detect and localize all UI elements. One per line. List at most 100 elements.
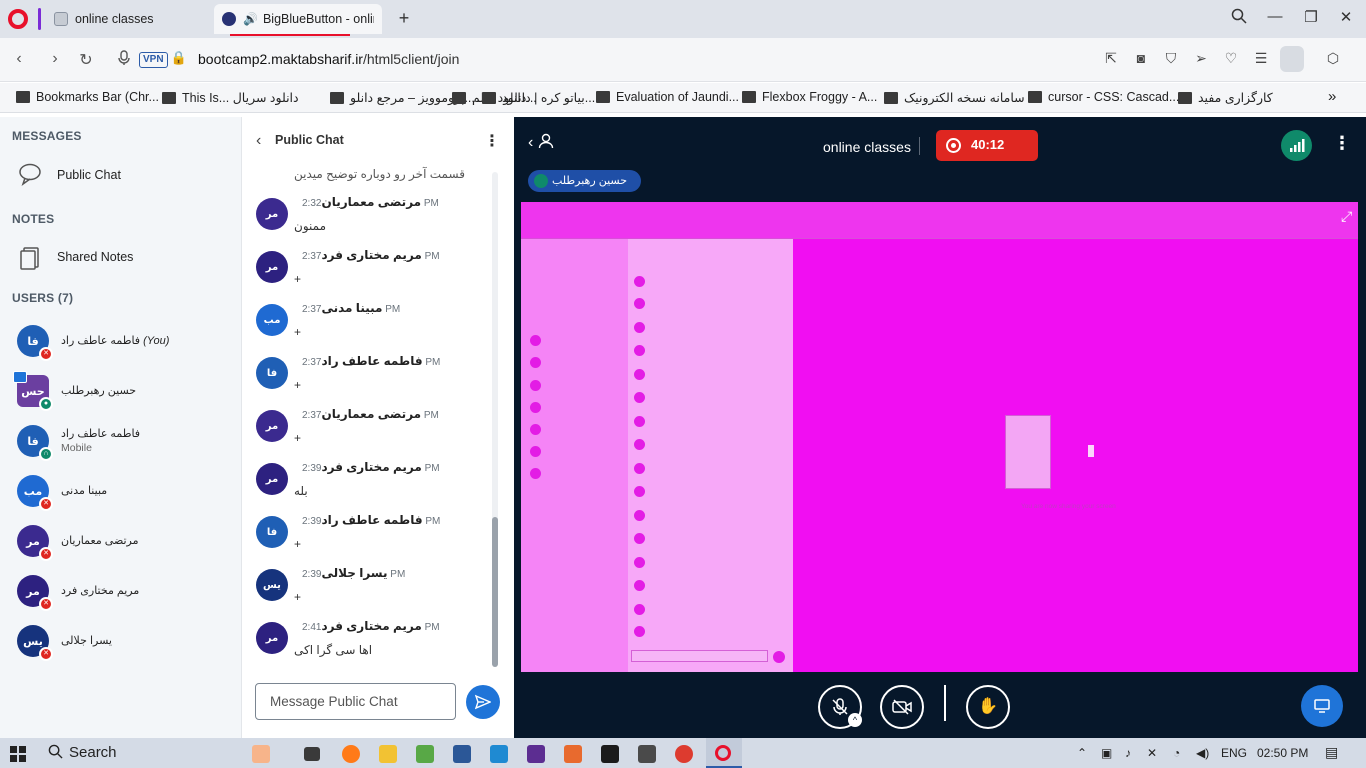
windows-start-icon[interactable] <box>10 746 26 762</box>
message-text: + <box>294 272 302 286</box>
vpn-badge[interactable]: VPN <box>139 52 168 68</box>
tab-bigbluebutton[interactable]: 🔊 BigBlueButton - online <box>214 4 382 34</box>
user-list-item[interactable]: حس ● حسین رهبرطلب <box>13 371 136 411</box>
user-name: مبینا مدنی <box>61 485 108 497</box>
bookmark-item[interactable]: Flexbox Froggy - A... <box>742 90 877 104</box>
share-webcam-button[interactable] <box>880 685 924 729</box>
vscode-icon[interactable] <box>490 745 508 763</box>
public-chat-panel: ‹ Public Chat ⋮ قسمت آخر رو دوباره توضیح… <box>241 117 514 738</box>
word-icon[interactable] <box>453 745 471 763</box>
tab-online-classes[interactable]: online classes <box>46 4 211 34</box>
search-tabs-icon[interactable] <box>1229 8 1249 28</box>
tray-network-icon[interactable]: ✕ <box>1147 746 1157 760</box>
cube-icon[interactable]: ⬡ <box>1324 50 1342 67</box>
notifications-icon[interactable]: ▤ <box>1325 744 1338 761</box>
signal-bars-icon <box>1289 139 1304 152</box>
avatar: مر ✕ <box>17 525 53 561</box>
bookmark-item[interactable]: Bookmarks Bar (Chr... <box>16 90 159 104</box>
opera-icon[interactable] <box>715 745 731 761</box>
tray-mic-icon[interactable]: ♪ <box>1125 746 1131 760</box>
user-list-item[interactable]: فا ✕ فاطمه عاطف راد (You) <box>17 324 169 361</box>
url-field[interactable]: bootcamp2.maktabsharif.ir/html5client/jo… <box>198 51 459 67</box>
public-chat-nav[interactable]: Public Chat <box>18 162 121 188</box>
volume-icon[interactable]: ◀) <box>1196 746 1209 760</box>
user-name: یسرا جلالی <box>61 635 112 647</box>
file-explorer-icon[interactable] <box>379 745 397 763</box>
close-icon[interactable]: ✕ <box>1336 8 1356 26</box>
bookmark-item[interactable]: Evaluation of Jaundi... <box>596 90 739 104</box>
user-list-item[interactable]: مر ✕ مریم مختاری فرد <box>17 574 139 611</box>
chat-scrollbar-thumb[interactable] <box>492 517 498 667</box>
browser-tab-bar: online classes 🔊 BigBlueButton - online … <box>0 0 1366 38</box>
lock-icon[interactable]: 🔒 <box>170 50 188 66</box>
photos-icon[interactable] <box>416 745 434 763</box>
back-icon[interactable]: ‹ <box>10 50 28 68</box>
profile-icon[interactable] <box>1280 46 1304 72</box>
tray-app-icon[interactable]: ▣ <box>1101 746 1112 760</box>
bookmark-item[interactable]: cursor - CSS: Cascad... <box>1028 90 1179 104</box>
speaker-icon[interactable]: 🔊 <box>243 12 258 26</box>
toggle-userlist-icon[interactable]: ‹ <box>528 133 554 152</box>
screenshare-view[interactable]: You are now sharing your screen <box>521 202 1358 672</box>
bookmark-item[interactable]: بیاتو کره | دانلود... <box>482 90 595 105</box>
user-list-item[interactable]: فا ∩ فاطمه عاطف راد Mobile <box>17 424 140 461</box>
easy-setup-icon[interactable]: ☰ <box>1252 50 1270 67</box>
tray-overflow-icon[interactable]: ⌃ <box>1077 746 1087 760</box>
powershell-icon[interactable] <box>601 745 619 763</box>
send-message-button[interactable] <box>466 685 500 719</box>
send-icon[interactable]: ➢ <box>1192 50 1210 67</box>
media-app-icon[interactable] <box>638 745 656 763</box>
opera-logo-icon[interactable] <box>8 9 28 29</box>
forward-icon[interactable]: › <box>46 50 64 68</box>
chrome-icon[interactable] <box>675 745 693 763</box>
bookmark-item[interactable]: This Is... دانلود سریال <box>162 90 299 105</box>
restore-icon[interactable]: ❐ <box>1301 8 1321 26</box>
visual-studio-icon[interactable] <box>527 745 545 763</box>
input-language[interactable]: ENG <box>1221 746 1247 760</box>
chat-options-icon[interactable]: ⋮ <box>484 131 500 151</box>
bookmark-item[interactable]: سامانه نسخه الکترونیک <box>884 90 1025 105</box>
clock[interactable]: 02:50 PM <box>1257 746 1308 760</box>
notes-section-title: NOTES <box>12 212 55 226</box>
tab-title: BigBlueButton - online <box>262 12 374 26</box>
connection-status-button[interactable] <box>1281 130 1312 161</box>
taskbar-search[interactable]: Search <box>48 744 117 761</box>
screenshare-chat <box>628 238 793 672</box>
user-list-item[interactable]: مر ✕ مرتضی معماریان <box>17 524 139 561</box>
calendar-app-icon[interactable] <box>252 745 270 763</box>
task-view-icon[interactable] <box>304 747 320 761</box>
shared-notes-nav[interactable]: Shared Notes <box>18 244 133 270</box>
user-list-item[interactable]: مب ✕ مبینا مدنی <box>17 474 108 511</box>
bookmarks-more-button[interactable]: » <box>1328 88 1336 105</box>
app-icon[interactable] <box>564 745 582 763</box>
bbb-favicon-icon <box>222 12 236 26</box>
notes-icon <box>20 247 39 270</box>
presentation-toggle-button[interactable] <box>1301 685 1343 727</box>
recording-indicator[interactable]: 40:12 <box>936 130 1038 161</box>
user-list-item[interactable]: یس ✕ یسرا جلالی <box>17 624 112 661</box>
chat-back-button[interactable]: ‹ <box>256 132 261 150</box>
wifi-icon[interactable]: ◔ <box>1173 746 1180 760</box>
shield-icon[interactable]: ⛉ <box>1162 50 1180 67</box>
audio-options-icon[interactable]: ^ <box>848 713 862 727</box>
firefox-icon[interactable] <box>342 745 360 763</box>
tab-title: online classes <box>75 12 154 26</box>
raise-hand-button[interactable]: ✋ <box>966 685 1010 729</box>
message-author: فاطمه عاطف راد <box>321 354 423 368</box>
new-tab-button[interactable]: + <box>395 9 413 27</box>
fullscreen-icon[interactable]: ⤢ <box>1341 208 1352 225</box>
message-text: اها سی گرا اکی <box>294 643 373 657</box>
bookmark-item[interactable]: کارگزاری مفید <box>1178 90 1273 105</box>
headphones-icon: ∩ <box>39 447 53 461</box>
reload-icon[interactable]: ↻ <box>77 50 95 70</box>
mic-muted-icon <box>832 698 848 715</box>
microphone-icon[interactable] <box>115 50 133 71</box>
options-menu-icon[interactable]: ⋮ <box>1333 133 1351 154</box>
talking-indicator[interactable]: حسین رهبرطلب <box>528 170 641 192</box>
camera-icon[interactable]: ◙ <box>1132 50 1150 66</box>
chat-message-input[interactable]: Message Public Chat <box>255 683 456 720</box>
share-icon[interactable]: ⇱ <box>1102 50 1120 67</box>
minimize-icon[interactable]: — <box>1265 8 1285 25</box>
heart-icon[interactable]: ♡ <box>1222 50 1240 67</box>
chat-message-list[interactable]: قسمت آخر رو دوباره توضیح میدین مر مرتضی … <box>242 165 500 675</box>
